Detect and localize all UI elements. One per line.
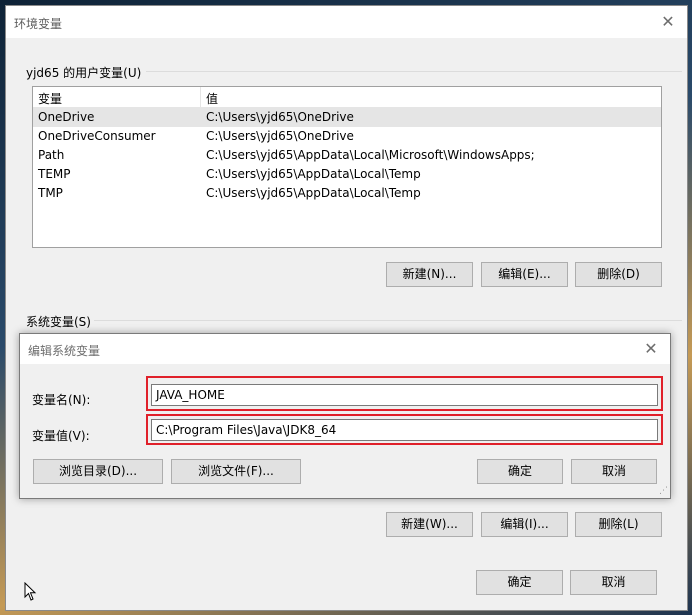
user-edit-button[interactable]: 编辑(E)... bbox=[481, 262, 568, 287]
close-icon[interactable]: ✕ bbox=[642, 339, 660, 358]
browse-directory-button[interactable]: 浏览目录(D)... bbox=[33, 459, 163, 484]
var-value: C:\Users\yjd65\OneDrive bbox=[206, 129, 354, 143]
var-value: C:\Users\yjd65\AppData\Local\Temp bbox=[206, 186, 421, 200]
system-new-button[interactable]: 新建(W)... bbox=[386, 512, 473, 537]
resize-grip-icon[interactable]: ⋰ bbox=[659, 486, 668, 496]
list-row[interactable]: OneDrive C:\Users\yjd65\OneDrive bbox=[33, 108, 661, 127]
column-separator[interactable] bbox=[200, 87, 201, 107]
user-vars-group-label: yjd65 的用户变量(U) bbox=[26, 66, 142, 80]
environment-variables-dialog: 环境变量 ✕ yjd65 的用户变量(U) 变量 值 OneDrive C:\U… bbox=[5, 5, 688, 611]
ok-button[interactable]: 确定 bbox=[477, 459, 563, 484]
dialog-title: 环境变量 bbox=[14, 17, 63, 31]
group-divider bbox=[146, 71, 682, 72]
system-vars-group-label: 系统变量(S) bbox=[26, 315, 91, 329]
list-row[interactable]: TEMP C:\Users\yjd65\AppData\Local\Temp bbox=[33, 165, 661, 184]
var-name: OneDriveConsumer bbox=[38, 129, 156, 143]
var-value: C:\Users\yjd65\OneDrive bbox=[206, 110, 354, 124]
group-divider bbox=[94, 320, 682, 321]
cancel-button[interactable]: 取消 bbox=[570, 570, 657, 595]
close-icon[interactable]: ✕ bbox=[659, 12, 677, 31]
edit-system-variable-dialog: 编辑系统变量 ✕ 变量名(N): JAVA_HOME 变量值(V): C:\Pr… bbox=[19, 333, 671, 499]
dialog-title: 编辑系统变量 bbox=[28, 344, 101, 358]
title-bar: 环境变量 ✕ bbox=[6, 6, 687, 38]
variable-value-input[interactable]: C:\Program Files\Java\JDK8_64 bbox=[151, 419, 658, 441]
ok-button[interactable]: 确定 bbox=[476, 570, 563, 595]
var-value: C:\Users\yjd65\AppData\Local\Microsoft\W… bbox=[206, 148, 535, 162]
column-header-name[interactable]: 变量 bbox=[38, 90, 62, 107]
var-name: Path bbox=[38, 148, 65, 162]
cancel-button[interactable]: 取消 bbox=[571, 459, 657, 484]
var-name: OneDrive bbox=[38, 110, 95, 124]
browse-file-button[interactable]: 浏览文件(F)... bbox=[171, 459, 301, 484]
system-delete-button[interactable]: 删除(L) bbox=[575, 512, 662, 537]
system-edit-button[interactable]: 编辑(I)... bbox=[481, 512, 568, 537]
column-header-value[interactable]: 值 bbox=[206, 90, 218, 107]
user-vars-list[interactable]: 变量 值 OneDrive C:\Users\yjd65\OneDrive On… bbox=[32, 86, 662, 248]
mouse-cursor-icon bbox=[24, 582, 37, 601]
var-name: TEMP bbox=[38, 167, 71, 181]
list-header: 变量 值 bbox=[33, 87, 661, 108]
variable-value-label: 变量值(V): bbox=[32, 429, 90, 443]
title-bar: 编辑系统变量 ✕ bbox=[20, 334, 670, 364]
list-row[interactable]: OneDriveConsumer C:\Users\yjd65\OneDrive bbox=[33, 127, 661, 146]
variable-name-label: 变量名(N): bbox=[32, 393, 91, 407]
list-row[interactable]: TMP C:\Users\yjd65\AppData\Local\Temp bbox=[33, 184, 661, 203]
var-name: TMP bbox=[38, 186, 63, 200]
user-new-button[interactable]: 新建(N)... bbox=[386, 262, 473, 287]
variable-name-input[interactable]: JAVA_HOME bbox=[151, 384, 658, 406]
list-row[interactable]: Path C:\Users\yjd65\AppData\Local\Micros… bbox=[33, 146, 661, 165]
var-value: C:\Users\yjd65\AppData\Local\Temp bbox=[206, 167, 421, 181]
user-delete-button[interactable]: 删除(D) bbox=[575, 262, 662, 287]
